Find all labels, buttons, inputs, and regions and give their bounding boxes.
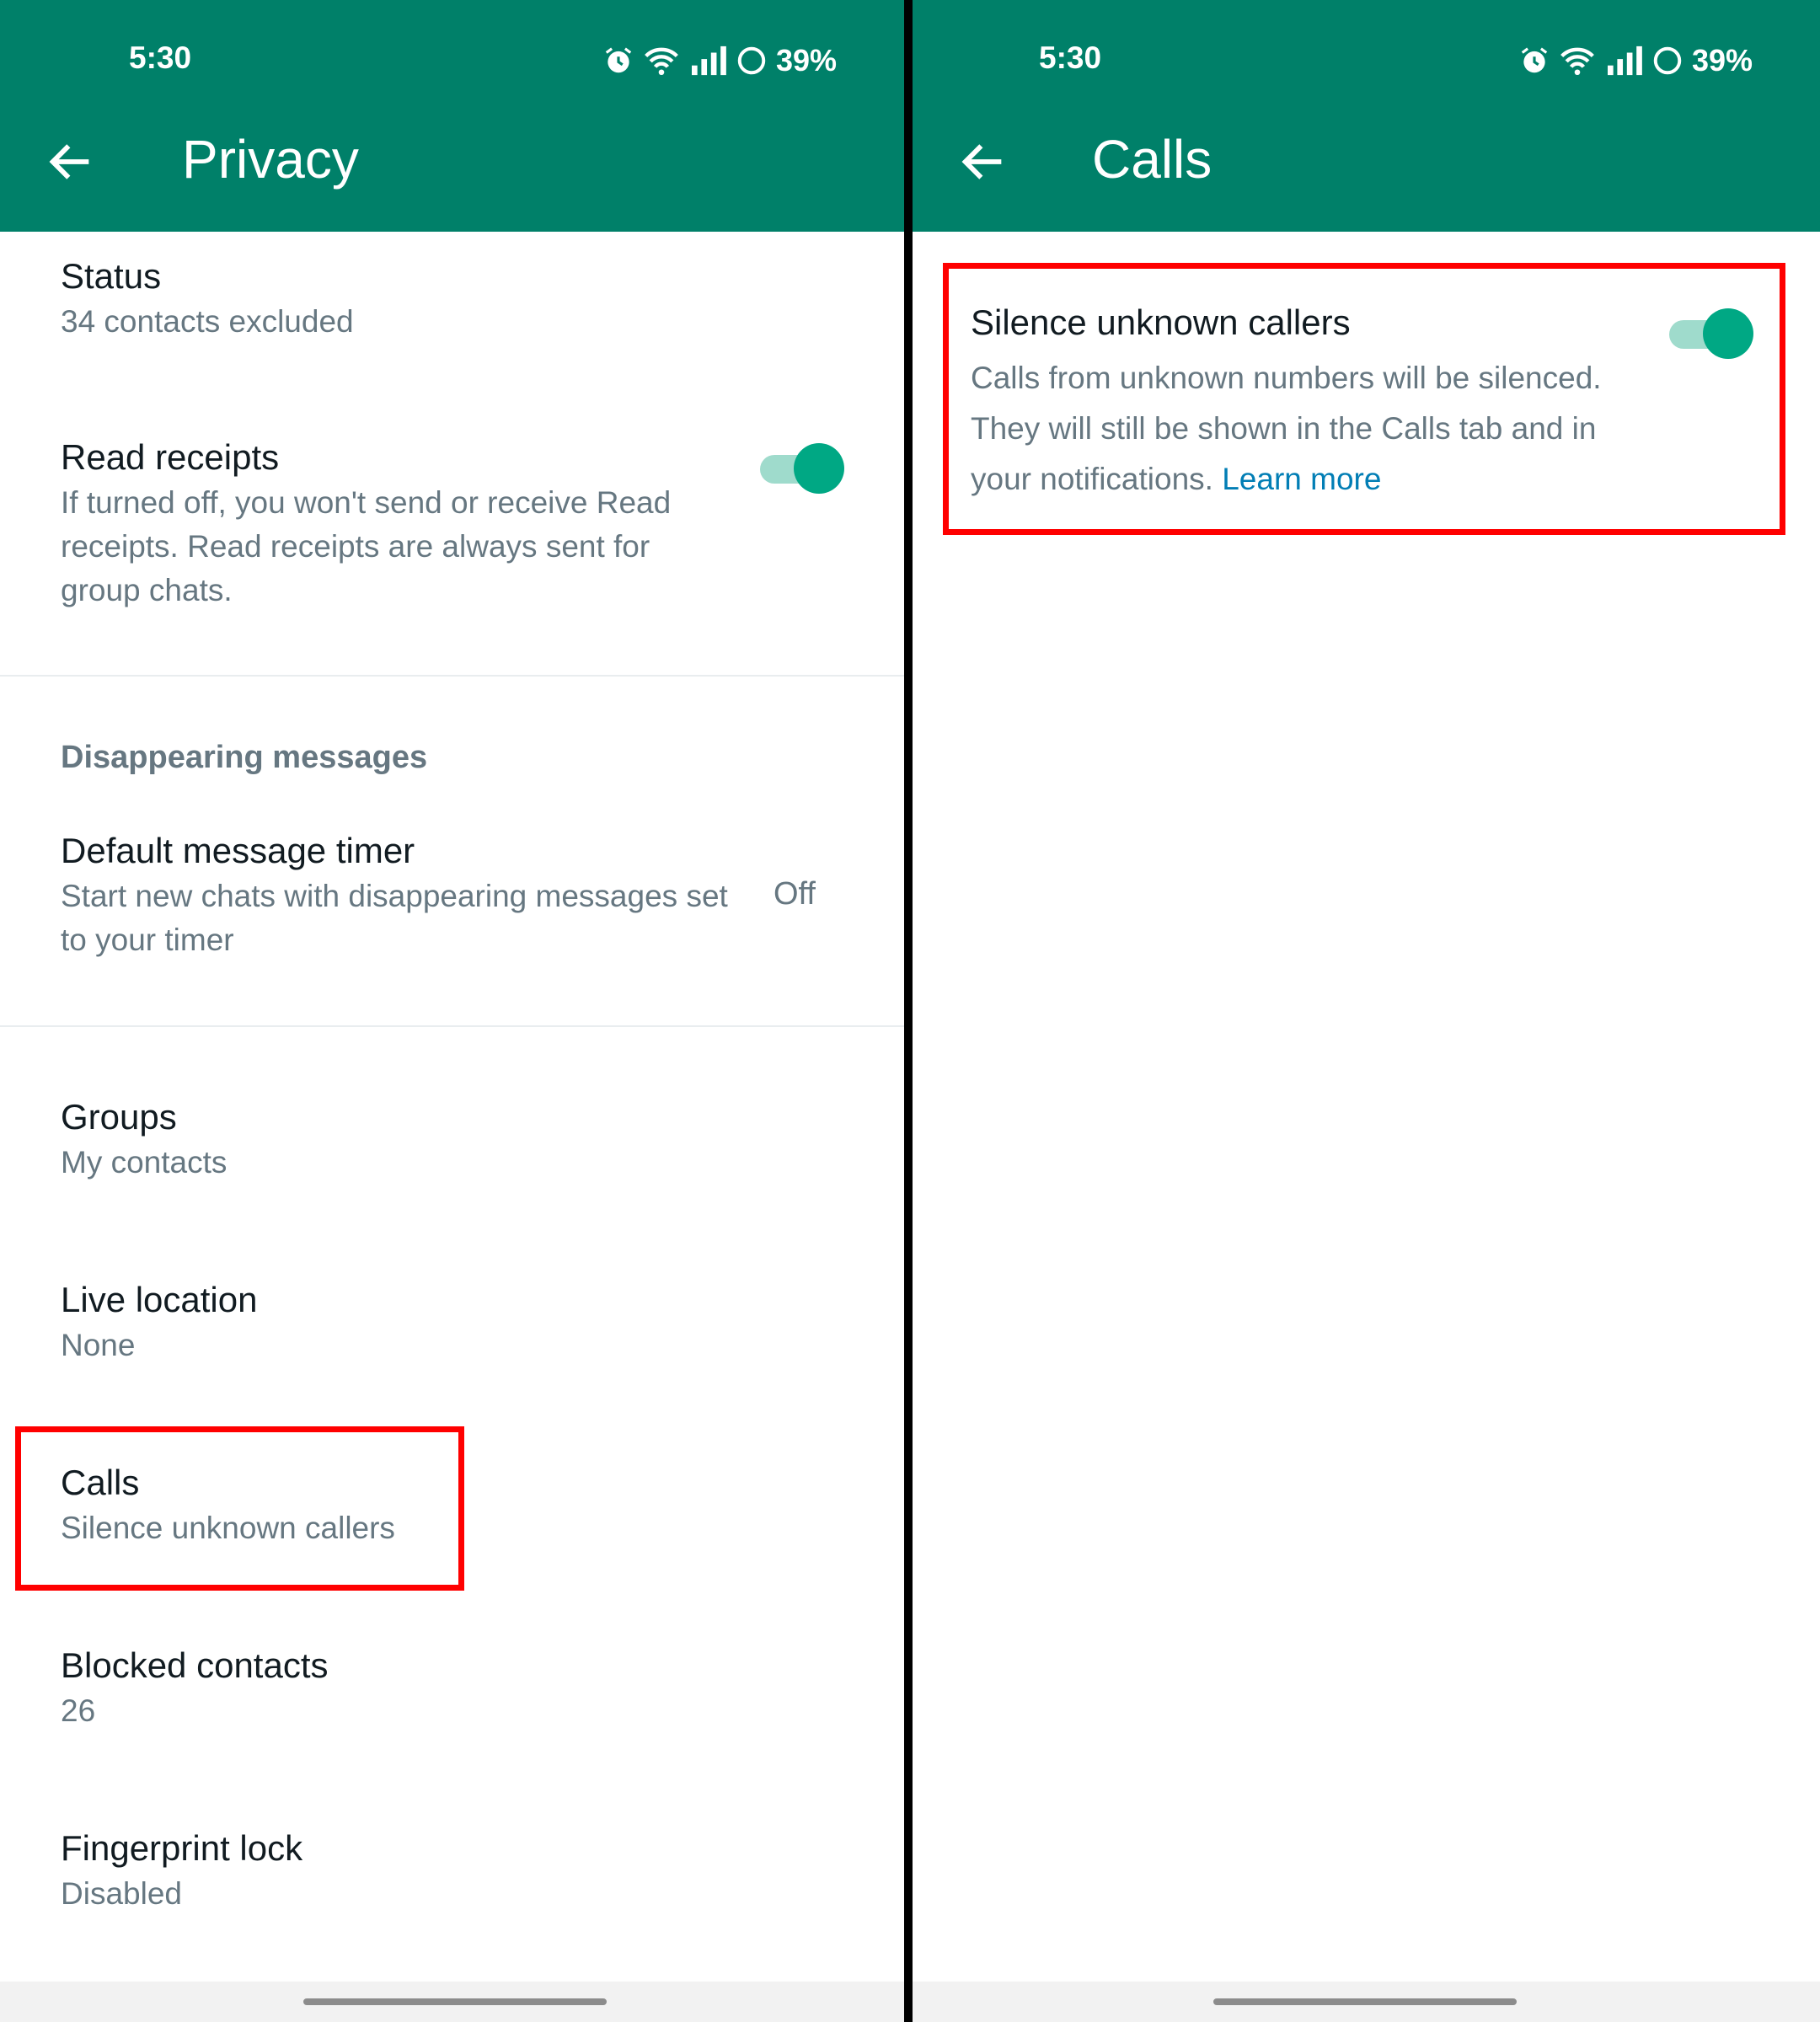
item-subtitle: None [61, 1328, 136, 1362]
item-subtitle: Start new chats with disappearing messag… [61, 879, 728, 957]
privacy-item-read-receipts[interactable]: Read receipts If turned off, you won't s… [61, 434, 735, 612]
privacy-item-live-location[interactable]: Live location None [61, 1276, 257, 1367]
privacy-item-blocked-contacts[interactable]: Blocked contacts 26 [61, 1642, 329, 1733]
item-title: Fingerprint lock [61, 1828, 303, 1868]
privacy-item-status[interactable]: Status 34 contacts excluded [61, 253, 354, 344]
item-title: Live location [61, 1280, 258, 1319]
item-title: Default message timer [61, 831, 415, 870]
battery-level: 39% [775, 43, 837, 78]
arrow-left-icon[interactable] [956, 135, 1010, 189]
app-bar: 5:30 39% Calls [913, 0, 1820, 232]
item-title: Blocked contacts [61, 1645, 329, 1685]
status-time: 5:30 [1039, 40, 1102, 75]
navigation-bar [0, 1982, 904, 2022]
status-icons: 39% [1518, 40, 1753, 81]
alarm-icon [1521, 47, 1548, 73]
silence-highlight-box [943, 263, 1785, 535]
calls-highlight-box [15, 1426, 464, 1591]
default-timer-value: Off [774, 876, 816, 912]
item-subtitle: Disabled [61, 1876, 182, 1911]
item-title: Status [61, 256, 162, 296]
home-handle[interactable] [1213, 1998, 1517, 2005]
toggle-knob [794, 443, 844, 494]
battery-icon [1653, 46, 1682, 75]
privacy-item-groups[interactable]: Groups My contacts [61, 1094, 227, 1185]
item-subtitle: My contacts [61, 1145, 228, 1180]
battery-level: 39% [1691, 43, 1753, 78]
privacy-screen: 5:30 39% Privacy Status 34 contacts excl… [0, 0, 904, 2022]
divider [0, 1025, 904, 1027]
item-subtitle: 26 [61, 1693, 96, 1728]
arrow-left-icon[interactable] [44, 135, 98, 189]
navigation-bar [913, 1982, 1820, 2022]
app-bar: 5:30 39% Privacy [0, 0, 904, 232]
home-handle[interactable] [303, 1998, 607, 2005]
alarm-icon [605, 47, 632, 73]
wifi-icon [645, 47, 678, 76]
signal-icon [691, 45, 726, 76]
page-title: Calls [1092, 129, 1212, 190]
page-title: Privacy [182, 129, 359, 190]
privacy-item-fingerprint-lock[interactable]: Fingerprint lock Disabled [61, 1825, 302, 1916]
status-time: 5:30 [129, 40, 192, 75]
item-title: Groups [61, 1097, 177, 1137]
status-icons: 39% [602, 40, 837, 81]
item-title: Read receipts [61, 437, 280, 477]
calls-screen: 5:30 39% Calls Silence unknown callers C… [913, 0, 1820, 2022]
section-header-disappearing: Disappearing messages [61, 740, 428, 775]
divider [0, 675, 904, 677]
item-subtitle: If turned off, you won't send or receive… [61, 485, 672, 607]
battery-icon [737, 46, 766, 75]
wifi-icon [1560, 47, 1594, 76]
item-subtitle: 34 contacts excluded [61, 304, 354, 339]
signal-icon [1607, 45, 1642, 76]
read-receipts-toggle[interactable] [760, 443, 844, 494]
privacy-item-default-timer[interactable]: Default message timer Start new chats wi… [61, 827, 735, 962]
